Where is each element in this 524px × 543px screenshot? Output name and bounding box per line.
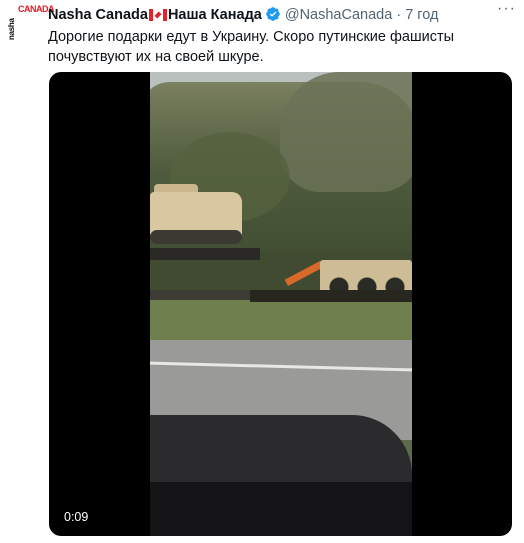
avatar[interactable]: nasha CANADA <box>7 4 55 42</box>
tweet-header: Nasha Canada Наша Канада @NashaCanada · 7 … <box>48 5 438 25</box>
author-handle[interactable]: @NashaCanada <box>285 7 392 23</box>
tweet-time[interactable]: 7 год <box>405 7 438 23</box>
avatar-logo-main-text: CANADA <box>18 4 55 14</box>
canada-flag-icon <box>148 9 167 21</box>
more-options-icon[interactable]: ··· <box>497 1 515 18</box>
author-name-cyrillic: Наша Канада <box>167 7 262 23</box>
tweet-text: Дорогие подарки едут в Украину. Скоро пу… <box>48 29 455 65</box>
video-timestamp: 0:09 <box>64 510 89 524</box>
tweet[interactable]: nasha CANADA Nasha Canada Наша Канада @Nas… <box>0 0 524 543</box>
video-player[interactable]: 0:09 <box>49 72 512 536</box>
author-name-latin: Nasha Canada <box>48 7 148 23</box>
author-name[interactable]: Nasha Canada Наша Канада <box>48 7 262 23</box>
separator-dot: · <box>396 7 402 23</box>
video-frame <box>150 72 412 536</box>
verified-badge-icon <box>266 7 280 21</box>
avatar-logo-small-text: nasha <box>7 18 16 40</box>
